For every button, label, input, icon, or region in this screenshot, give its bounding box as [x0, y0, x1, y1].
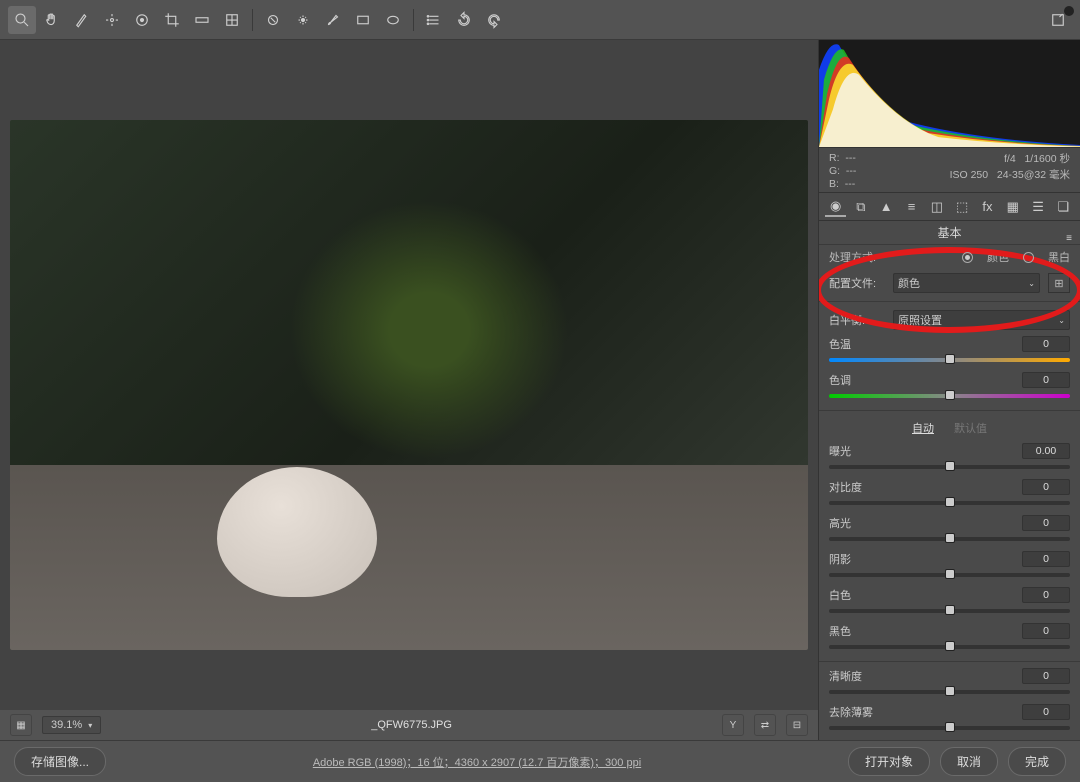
- brush-tool[interactable]: [319, 6, 347, 34]
- hand-tool[interactable]: [38, 6, 66, 34]
- zoom-level[interactable]: 39.1%▾: [42, 716, 101, 734]
- workflow-link[interactable]: Adobe RGB (1998)；16 位；4360 x 2907 (12.7 …: [116, 754, 838, 770]
- straighten-tool[interactable]: [188, 6, 216, 34]
- window-close-dot[interactable]: [1064, 6, 1074, 16]
- radial-tool[interactable]: [379, 6, 407, 34]
- tab-basic[interactable]: ◉: [825, 197, 846, 217]
- shadows-slider[interactable]: 阴影0: [819, 549, 1080, 585]
- blacks-slider[interactable]: 黑色0: [819, 621, 1080, 657]
- exposure-slider[interactable]: 曝光0.00: [819, 441, 1080, 477]
- auto-row: 自动 默认值: [819, 415, 1080, 441]
- wb-select[interactable]: 原照设置⌄: [893, 310, 1070, 330]
- open-object-button[interactable]: 打开对象: [848, 747, 930, 776]
- transform-tool[interactable]: [218, 6, 246, 34]
- tab-fx[interactable]: fx: [977, 197, 998, 217]
- white-balance-tool[interactable]: [68, 6, 96, 34]
- filmstrip-toggle[interactable]: ▦: [10, 714, 32, 736]
- default-link[interactable]: 默认值: [954, 420, 987, 436]
- profile-select[interactable]: 颜色⌄: [893, 273, 1040, 293]
- clarity-slider[interactable]: 清晰度0: [819, 666, 1080, 702]
- top-toolbar: [0, 0, 1080, 40]
- tab-split[interactable]: ◫: [926, 197, 947, 217]
- rotate-cw-icon[interactable]: [480, 6, 508, 34]
- panel-title: 基本≡: [819, 221, 1080, 245]
- presets-icon[interactable]: [420, 6, 448, 34]
- canvas-area: ▦ 39.1%▾ _QFW6775.JPG Y ⇄ ⊟: [0, 40, 818, 740]
- filename: _QFW6775.JPG: [111, 719, 712, 731]
- tab-curve[interactable]: ⧉: [850, 197, 871, 217]
- swap-button[interactable]: ⇄: [754, 714, 776, 736]
- treatment-label: 处理方式:: [829, 249, 876, 265]
- dehaze-slider[interactable]: 去除薄雾0: [819, 702, 1080, 738]
- main-area: ▦ 39.1%▾ _QFW6775.JPG Y ⇄ ⊟ R: [0, 40, 1080, 740]
- panel-tabs: ◉ ⧉ ▲ ≡ ◫ ⬚ fx ▦ ☰ ❏: [819, 193, 1080, 221]
- rgb-readout: R: --- G: --- B: --- f/4 1/1600 秒 ISO 25…: [819, 148, 1080, 193]
- temp-slider[interactable]: 色温0: [819, 334, 1080, 370]
- whites-slider[interactable]: 白色0: [819, 585, 1080, 621]
- bottom-bar: 存储图像... Adobe RGB (1998)；16 位；4360 x 290…: [0, 740, 1080, 782]
- grad-tool[interactable]: [349, 6, 377, 34]
- wb-row: 白平衡: 原照设置⌄: [819, 306, 1080, 334]
- histogram[interactable]: [819, 40, 1080, 148]
- redeye-tool[interactable]: [289, 6, 317, 34]
- tab-hsl[interactable]: ≡: [901, 197, 922, 217]
- stack-button[interactable]: ⊟: [786, 714, 808, 736]
- tab-presets[interactable]: ☰: [1027, 197, 1048, 217]
- crop-tool[interactable]: [158, 6, 186, 34]
- targeted-tool[interactable]: [128, 6, 156, 34]
- profile-label: 配置文件:: [829, 275, 885, 291]
- radio-bw[interactable]: [1023, 252, 1034, 263]
- image-canvas[interactable]: [0, 40, 818, 710]
- color-sampler-tool[interactable]: [98, 6, 126, 34]
- profile-row: 配置文件: 颜色⌄ ⊞: [819, 269, 1080, 297]
- right-panel: R: --- G: --- B: --- f/4 1/1600 秒 ISO 25…: [818, 40, 1080, 740]
- tab-lens[interactable]: ⬚: [951, 197, 972, 217]
- rotate-ccw-icon[interactable]: [450, 6, 478, 34]
- spot-tool[interactable]: [259, 6, 287, 34]
- wb-label: 白平衡:: [829, 312, 885, 328]
- tab-snapshots[interactable]: ❏: [1053, 197, 1074, 217]
- done-button[interactable]: 完成: [1008, 747, 1066, 776]
- profile-browser-button[interactable]: ⊞: [1048, 273, 1070, 293]
- basic-panel: 处理方式: 颜色 黑白 配置文件: 颜色⌄ ⊞ 白平衡: 原照设置⌄ 色温0: [819, 245, 1080, 740]
- auto-link[interactable]: 自动: [912, 420, 934, 436]
- tint-slider[interactable]: 色调0: [819, 370, 1080, 406]
- highlights-slider[interactable]: 高光0: [819, 513, 1080, 549]
- tab-calib[interactable]: ▦: [1002, 197, 1023, 217]
- treatment-row: 处理方式: 颜色 黑白: [819, 245, 1080, 269]
- tab-detail[interactable]: ▲: [876, 197, 897, 217]
- save-image-button[interactable]: 存储图像...: [14, 747, 106, 776]
- cancel-button[interactable]: 取消: [940, 747, 998, 776]
- contrast-slider[interactable]: 对比度0: [819, 477, 1080, 513]
- radio-color[interactable]: [962, 252, 973, 263]
- camera-raw-app: ▦ 39.1%▾ _QFW6775.JPG Y ⇄ ⊟ R: [0, 0, 1080, 782]
- photo-preview: [10, 120, 808, 650]
- canvas-infobar: ▦ 39.1%▾ _QFW6775.JPG Y ⇄ ⊟: [0, 710, 818, 740]
- compare-y-button[interactable]: Y: [722, 714, 744, 736]
- zoom-tool[interactable]: [8, 6, 36, 34]
